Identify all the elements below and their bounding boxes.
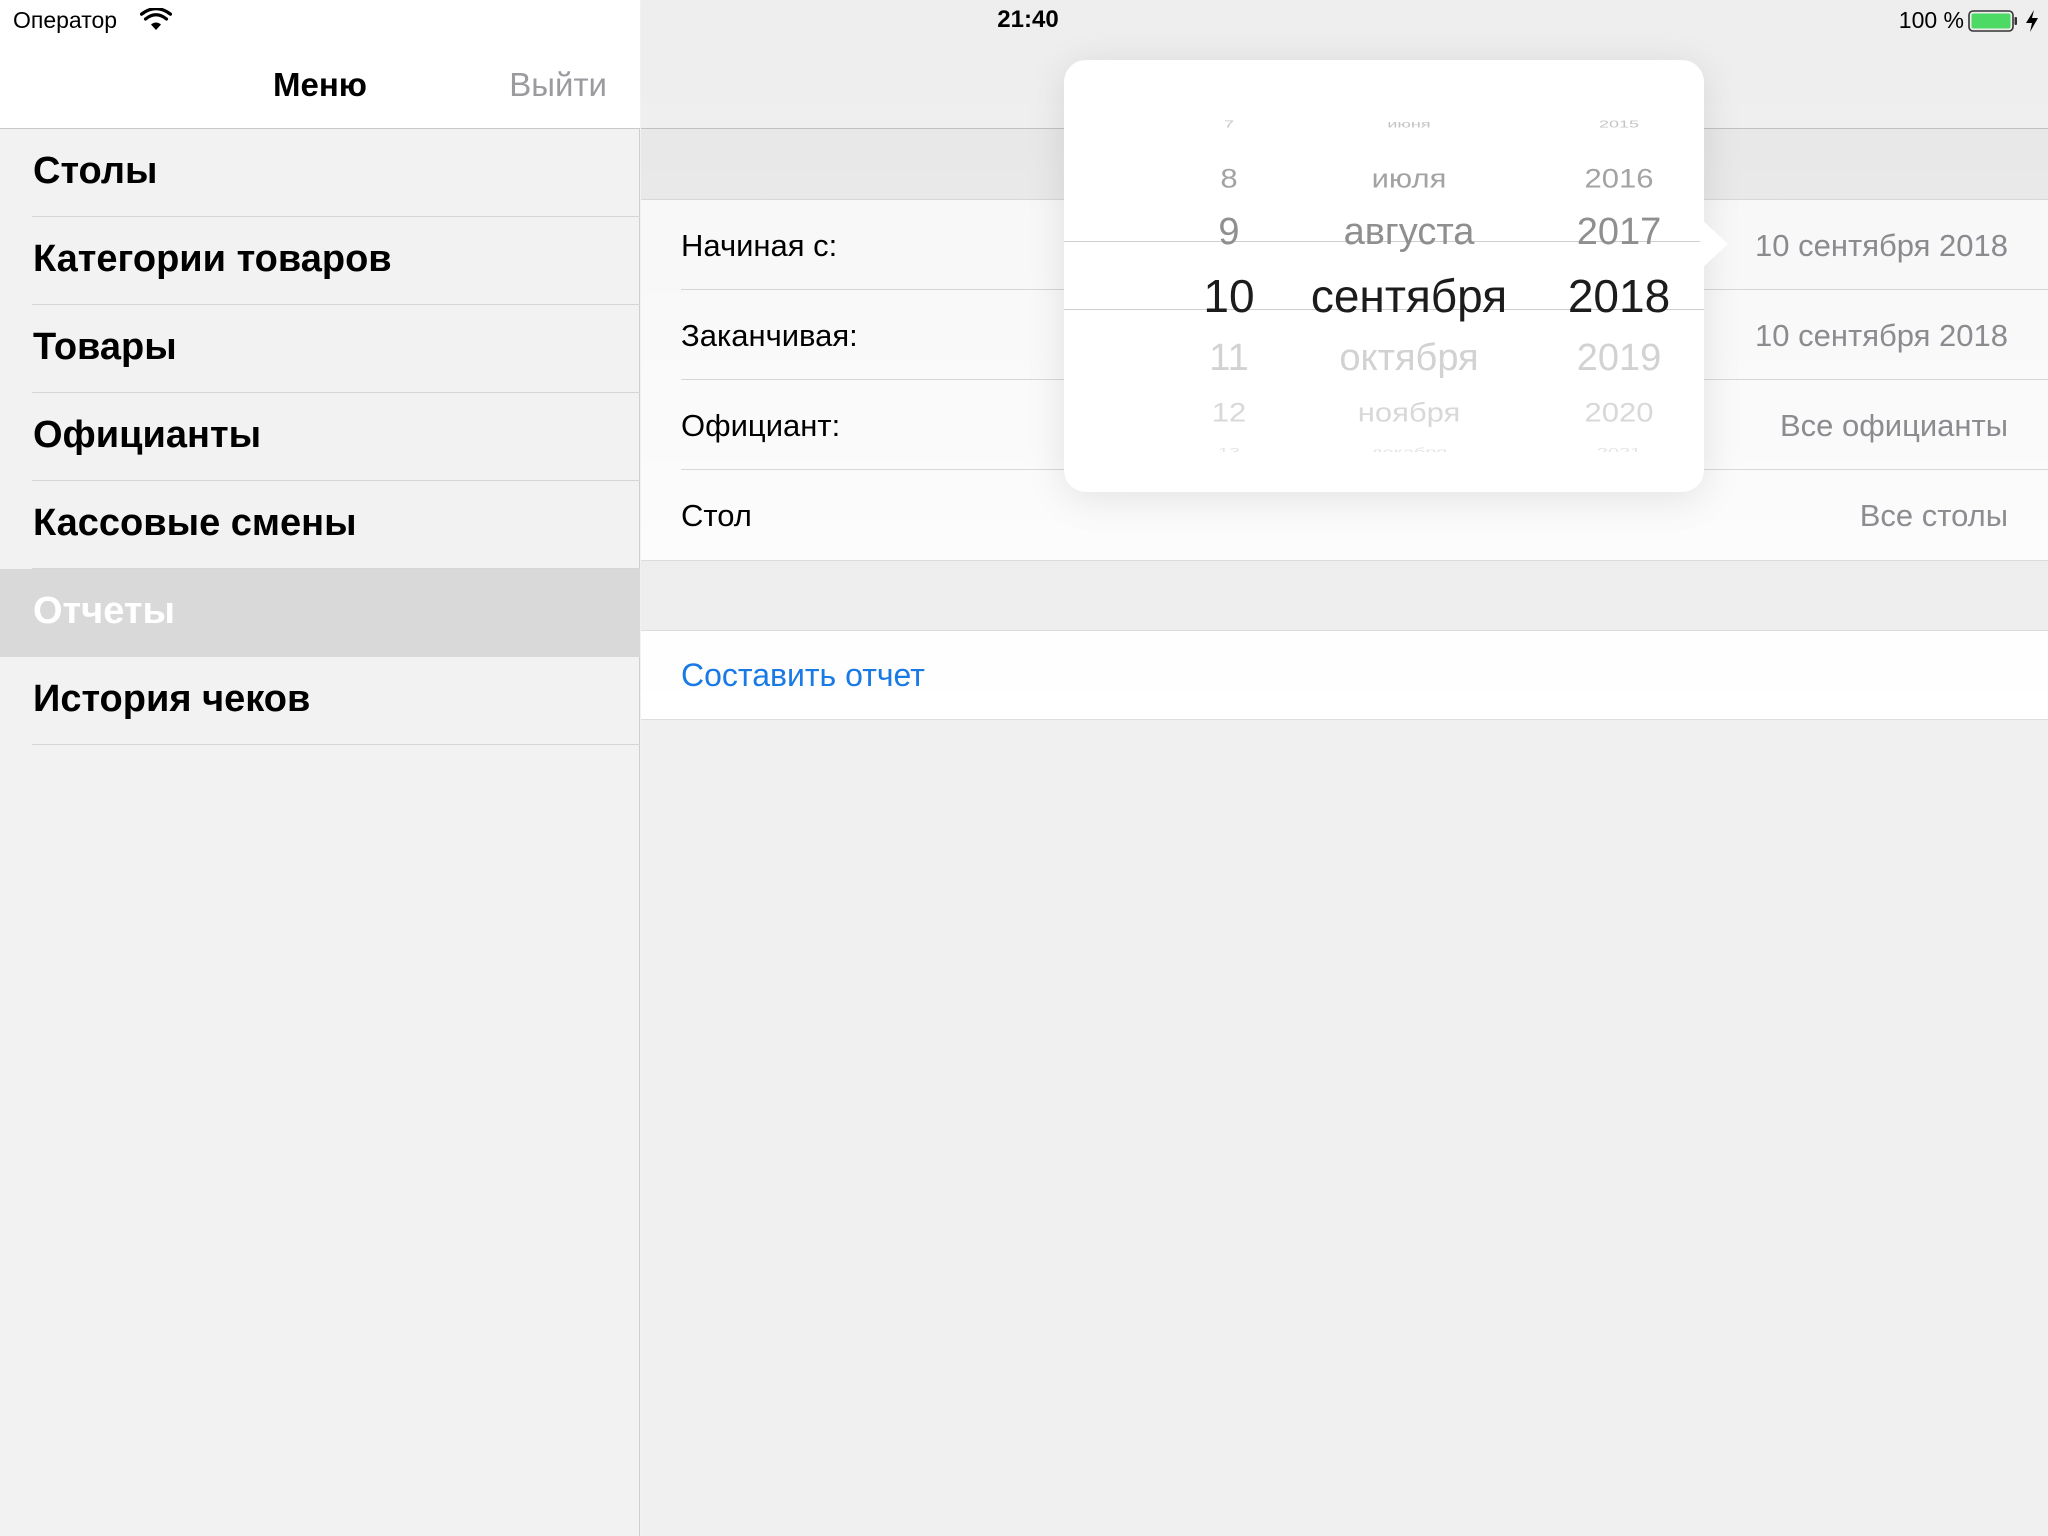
sidebar-item-receipt-history[interactable]: История чеков: [0, 657, 640, 745]
picker-year-option[interactable]: 2019: [1514, 339, 1704, 377]
battery-percent: 100 %: [1898, 7, 1964, 33]
waiter-label: Официант:: [681, 408, 841, 443]
end-date-value: 10 сентября 2018: [1755, 318, 2008, 353]
picker-day-option[interactable]: 8: [1164, 164, 1294, 191]
picker-day-option[interactable]: 7: [1164, 119, 1294, 129]
divider: [32, 744, 640, 745]
sidebar-item-label: Кассовые смены: [33, 502, 357, 544]
sidebar-item-cash-shifts[interactable]: Кассовые смены: [0, 481, 640, 569]
status-bar: Оператор 21:40 100 %: [0, 0, 2048, 40]
picker-day-option[interactable]: 11: [1164, 339, 1294, 377]
screen: Оператор 21:40 100 % Меню Выйти Столы Ка…: [0, 0, 2048, 1536]
picker-month-option[interactable]: декабря: [1284, 447, 1534, 453]
sidebar-menu: Столы Категории товаров Товары Официанты…: [0, 129, 640, 745]
clock: 21:40: [997, 6, 1059, 33]
sidebar-item-label: Отчеты: [33, 590, 175, 632]
picker-day-selected[interactable]: 10: [1164, 273, 1294, 319]
picker-year-option[interactable]: 2016: [1514, 164, 1704, 191]
sidebar-item-label: Столы: [33, 150, 158, 192]
sidebar-item-label: Категории товаров: [33, 238, 392, 280]
start-date-label: Начиная с:: [681, 228, 838, 263]
sidebar-item-label: Официанты: [33, 414, 262, 456]
popover-arrow: [1700, 218, 1728, 270]
date-picker-popover: 7 8 9 10 11 12 13 июня июля августа сентября октяб…: [1064, 60, 1704, 492]
day-wheel[interactable]: 7 8 9 10 11 12 13: [1164, 100, 1294, 452]
sidebar-item-tables[interactable]: Столы: [0, 129, 640, 217]
picker-year-selected[interactable]: 2018: [1514, 273, 1704, 319]
picker-month-option[interactable]: июля: [1284, 164, 1534, 191]
sidebar-item-label: История чеков: [33, 678, 311, 720]
start-date-value: 10 сентября 2018: [1755, 228, 2008, 263]
charging-bolt-icon: [2026, 10, 2038, 32]
picker-day-option[interactable]: 12: [1164, 398, 1294, 425]
picker-year-option[interactable]: 2020: [1514, 398, 1704, 425]
picker-year-option[interactable]: 2015: [1514, 119, 1704, 129]
picker-day-option[interactable]: 13: [1164, 447, 1294, 453]
logout-button[interactable]: Выйти: [509, 66, 607, 104]
sidebar: Меню Выйти Столы Категории товаров Товар…: [0, 0, 640, 1536]
picker-year-option[interactable]: 2017: [1514, 213, 1704, 251]
picker-month-option[interactable]: ноября: [1284, 398, 1534, 425]
picker-year-option[interactable]: 2021: [1514, 447, 1704, 453]
date-picker[interactable]: 7 8 9 10 11 12 13 июня июля августа сентября октяб…: [1064, 100, 1704, 452]
sidebar-item-product-categories[interactable]: Категории товаров: [0, 217, 640, 305]
sidebar-item-label: Товары: [33, 326, 177, 368]
table-label: Стол: [681, 498, 752, 533]
year-wheel[interactable]: 2015 2016 2017 2018 2019 2020 2021: [1514, 100, 1704, 452]
action-group: Составить отчет: [641, 630, 2048, 720]
picker-month-option[interactable]: июня: [1284, 119, 1534, 129]
waiter-value: Все официанты: [1779, 408, 2008, 443]
picker-month-option[interactable]: августа: [1284, 213, 1534, 251]
sidebar-item-products[interactable]: Товары: [0, 305, 640, 393]
month-wheel[interactable]: июня июля августа сентября октября ноября дека…: [1284, 100, 1534, 452]
generate-report-button[interactable]: Составить отчет: [681, 657, 925, 694]
picker-month-option[interactable]: октября: [1284, 339, 1534, 377]
sidebar-item-reports[interactable]: Отчеты: [0, 569, 640, 657]
end-date-label: Заканчивая:: [681, 318, 858, 353]
picker-month-selected[interactable]: сентября: [1284, 273, 1534, 319]
table-value: Все столы: [1859, 498, 2008, 533]
battery-icon: [1968, 10, 2017, 32]
sidebar-item-waiters[interactable]: Официанты: [0, 393, 640, 481]
picker-day-option[interactable]: 9: [1164, 213, 1294, 251]
